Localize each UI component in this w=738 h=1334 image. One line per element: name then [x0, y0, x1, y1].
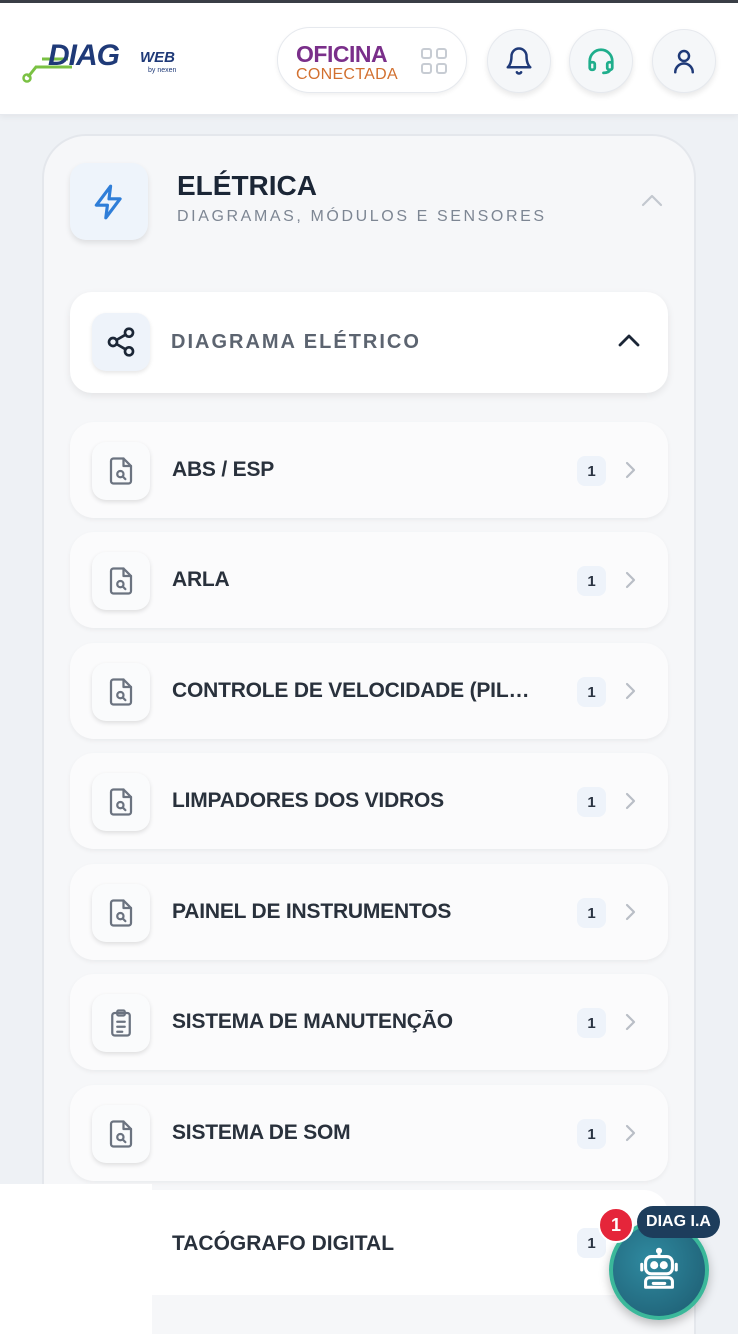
notification-badge: 1	[598, 1207, 634, 1243]
item-count-badge: 1	[577, 1008, 606, 1038]
chevron-right-icon	[625, 1124, 636, 1142]
chevron-right-icon	[625, 682, 636, 700]
item-label: ABS / ESP	[172, 458, 275, 481]
item-icon-box	[92, 442, 150, 500]
section-icon-box	[70, 163, 148, 240]
chevron-right-icon	[625, 461, 636, 479]
clipboard-list-icon	[111, 1009, 131, 1037]
logo-main-text: DIAG	[48, 39, 120, 72]
document-search-icon	[109, 899, 133, 927]
section-title: ELÉTRICA	[177, 170, 317, 201]
chevron-right-icon	[625, 1013, 636, 1031]
list-item-tacografo[interactable]: TACÓGRAFO DIGITAL 1	[152, 1190, 668, 1295]
section-collapse-chevron-icon[interactable]	[641, 193, 663, 207]
item-icon-box	[92, 663, 150, 721]
document-search-icon	[109, 457, 133, 485]
item-count-badge: 1	[577, 1119, 606, 1149]
list-item-limpadores[interactable]: LIMPADORES DOS VIDROS 1	[70, 753, 668, 849]
app-header: DIAG WEB by nexen OFICINA CONECTADA	[0, 3, 738, 115]
item-icon-box	[92, 994, 150, 1052]
list-item-arla[interactable]: ARLA 1	[70, 532, 668, 628]
bell-icon	[506, 47, 532, 75]
item-label: TACÓGRAFO DIGITAL	[172, 1232, 395, 1255]
chevron-right-icon	[625, 571, 636, 589]
conectada-title: CONECTADA	[296, 66, 398, 83]
item-label: LIMPADORES DOS VIDROS	[172, 789, 444, 812]
document-search-icon	[109, 678, 133, 706]
item-label: SISTEMA DE SOM	[172, 1121, 351, 1144]
subsection-icon-box	[92, 313, 150, 371]
document-search-icon	[109, 1120, 133, 1148]
diagrama-eletrico-accordion[interactable]: DIAGRAMA ELÉTRICO	[70, 292, 668, 393]
item-label: SISTEMA DE MANUTENÇÃO	[172, 1010, 453, 1033]
item-label: PAINEL DE INSTRUMENTOS	[172, 900, 452, 923]
item-count-badge: 1	[577, 898, 606, 928]
document-search-icon	[109, 788, 133, 816]
item-icon-box	[92, 1105, 150, 1163]
section-subtitle: DIAGRAMAS, MÓDULOS E SENSORES	[177, 208, 547, 225]
support-button[interactable]	[569, 29, 633, 93]
item-count-badge: 1	[577, 566, 606, 596]
logo-by-text: by nexen	[148, 67, 177, 74]
share-icon	[107, 327, 135, 357]
lightning-icon	[94, 184, 122, 219]
item-icon-box	[92, 552, 150, 610]
overlay-white-block	[0, 1184, 152, 1334]
item-icon-box	[92, 884, 150, 942]
logo-suffix-text: WEB	[140, 49, 175, 66]
apps-grid-icon	[421, 48, 449, 76]
list-item-som[interactable]: SISTEMA DE SOM 1	[70, 1085, 668, 1181]
item-label: ARLA	[172, 568, 230, 591]
list-item-controle-velocidade[interactable]: CONTROLE DE VELOCIDADE (PILOTO AUTOMÁTIC…	[70, 643, 668, 739]
item-label: CONTROLE DE VELOCIDADE (PILOTO AUTOMÁTIC…	[172, 679, 534, 702]
chevron-right-icon	[625, 903, 636, 921]
chevron-right-icon	[625, 792, 636, 810]
notifications-button[interactable]	[487, 29, 551, 93]
list-item-abs-esp[interactable]: ABS / ESP 1	[70, 422, 668, 518]
oficina-title: OFICINA	[296, 41, 388, 67]
user-icon	[674, 49, 694, 74]
subsection-label: DIAGRAMA ELÉTRICO	[171, 331, 421, 353]
item-count-badge: 1	[577, 456, 606, 486]
list-item-painel[interactable]: PAINEL DE INSTRUMENTOS 1	[70, 864, 668, 960]
list-item-manutencao[interactable]: SISTEMA DE MANUTENÇÃO 1	[70, 974, 668, 1070]
oficina-conectada-button[interactable]: OFICINA CONECTADA	[277, 27, 467, 93]
chevron-up-icon	[618, 334, 640, 347]
document-search-icon	[109, 567, 133, 595]
headset-icon	[588, 48, 614, 75]
item-icon-box	[92, 773, 150, 831]
diagweb-logo[interactable]: DIAG WEB by nexen	[22, 37, 192, 87]
item-count-badge: 1	[577, 787, 606, 817]
robot-icon	[640, 1247, 678, 1289]
item-count-badge: 1	[577, 677, 606, 707]
diag-ia-label[interactable]: DIAG I.A	[637, 1206, 720, 1238]
profile-button[interactable]	[652, 29, 716, 93]
